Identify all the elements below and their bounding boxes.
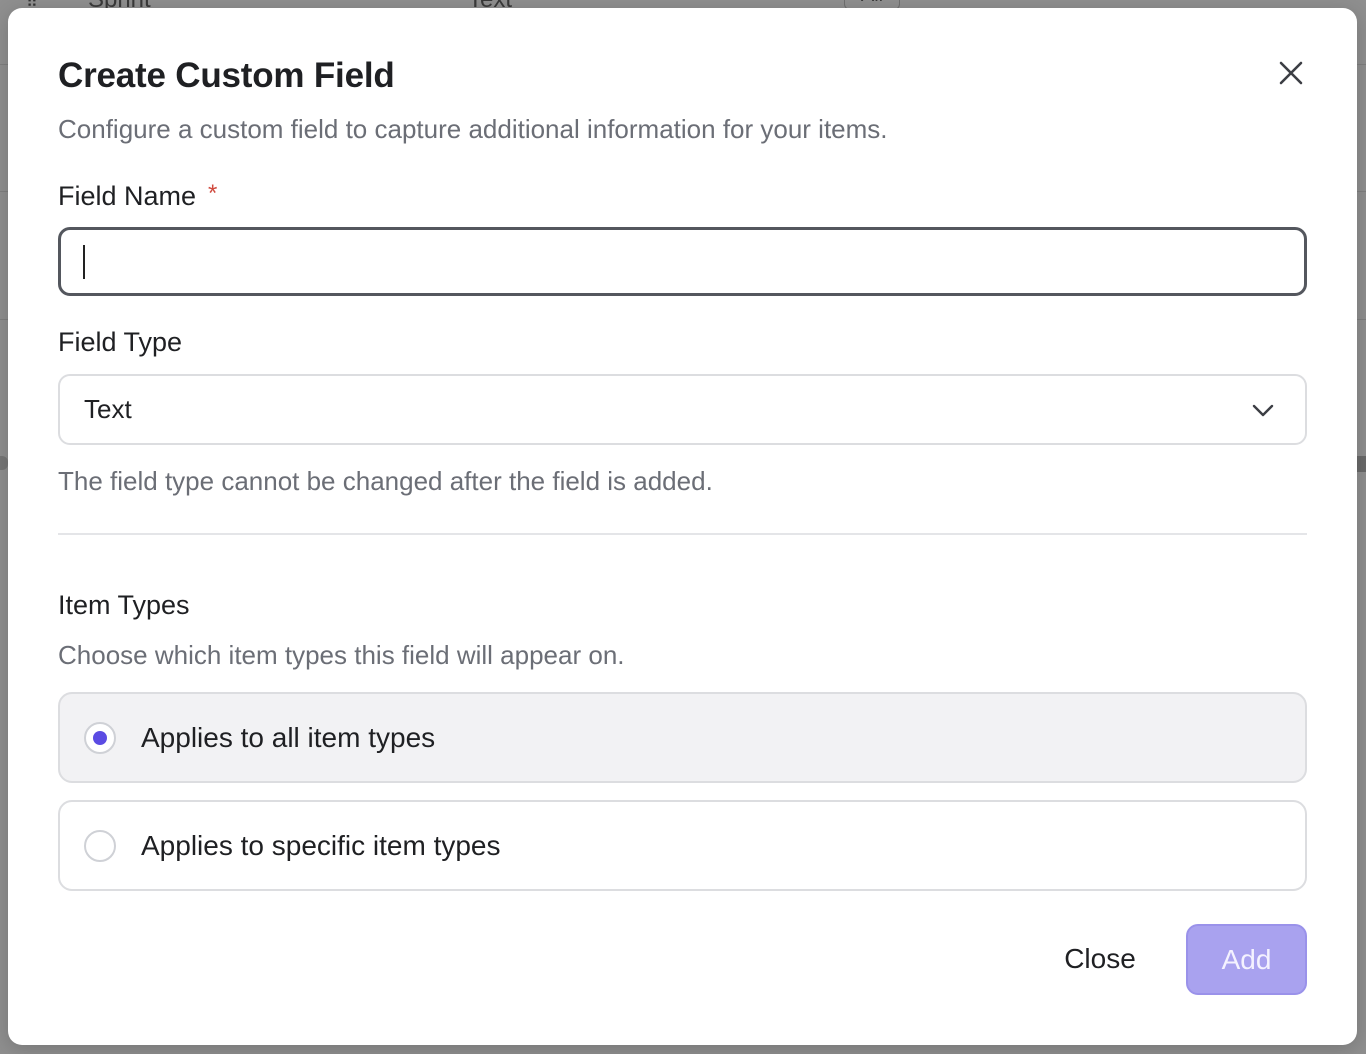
- dialog-subtitle: Configure a custom field to capture addi…: [58, 114, 888, 144]
- radio-option-specific-item-types[interactable]: Applies to specific item types: [58, 800, 1307, 891]
- chevron-down-icon: [1252, 404, 1274, 417]
- close-button[interactable]: Close: [1044, 926, 1156, 992]
- radio-option-label: Applies to specific item types: [141, 829, 501, 861]
- add-button[interactable]: Add: [1186, 924, 1307, 995]
- dialog-title: Create Custom Field: [58, 56, 395, 95]
- radio-option-label: Applies to all item types: [141, 721, 436, 753]
- radio-option-all-item-types[interactable]: Applies to all item types: [58, 692, 1307, 783]
- close-dialog-button[interactable]: [1276, 58, 1306, 88]
- field-name-label-text: Field Name: [58, 181, 197, 211]
- background-scrollbar: [1356, 456, 1366, 472]
- field-name-label: Field Name *: [58, 180, 217, 212]
- field-type-label: Field Type: [58, 327, 183, 357]
- field-type-selected-value: Text: [84, 394, 132, 424]
- radio-button-unchecked[interactable]: [84, 830, 116, 862]
- radio-button-checked[interactable]: [84, 722, 116, 754]
- field-type-select[interactable]: Text: [58, 374, 1307, 445]
- field-name-input[interactable]: [58, 227, 1307, 296]
- item-types-description: Choose which item types this field will …: [58, 640, 625, 670]
- close-icon: [1279, 61, 1303, 85]
- item-types-label: Item Types: [58, 590, 190, 620]
- field-type-help-text: The field type cannot be changed after t…: [58, 466, 713, 496]
- create-custom-field-dialog: Create Custom Field Configure a custom f…: [8, 8, 1357, 1045]
- section-divider: [58, 533, 1307, 535]
- required-indicator: *: [208, 180, 218, 207]
- background-scroll-edge: [0, 456, 8, 470]
- text-cursor: [83, 245, 85, 279]
